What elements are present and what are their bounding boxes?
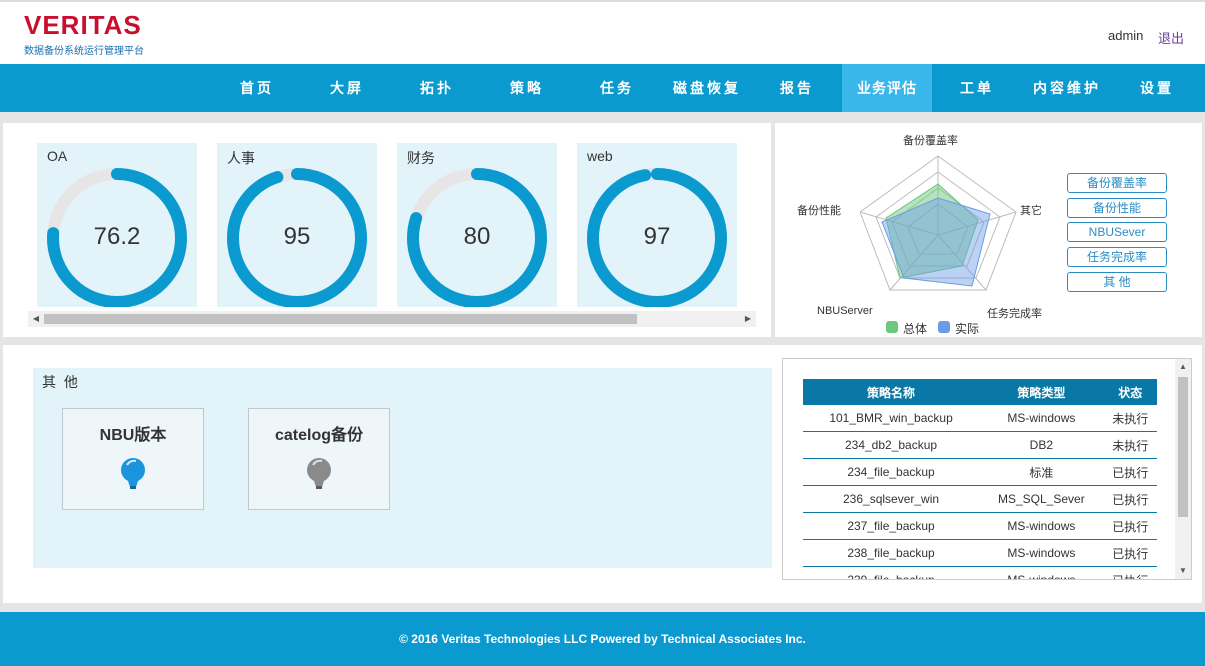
scroll-down-icon[interactable]: ▼ — [1175, 563, 1191, 579]
radar-button-other[interactable]: 其 他 — [1067, 272, 1167, 292]
table-row[interactable]: 239_file_backupMS-windows已执行 — [803, 566, 1157, 579]
gauge-value: 95 — [283, 223, 311, 250]
radar-axis-label: 其它 — [1020, 205, 1042, 217]
legend-swatch-actual[interactable] — [938, 321, 950, 333]
gauge-card-hr: 人事 95 — [217, 143, 377, 307]
column-header-status[interactable]: 状态 — [1103, 379, 1157, 405]
gauge-card-finance: 财务 80 — [397, 143, 557, 307]
radar-button-backup-coverage[interactable]: 备份覆盖率 — [1067, 173, 1167, 193]
logout-link[interactable]: 退出 — [1158, 28, 1184, 47]
table-row[interactable]: 234_db2_backup DB2 未执行 — [803, 431, 1157, 459]
other-section: 其 他 NBU版本 catelog备份 — [33, 368, 772, 568]
policy-type-cell: 标准 — [979, 458, 1104, 486]
header: VERITAS 数据备份系统运行管理平台 admin 退出 — [0, 0, 1205, 64]
radar-axis-label: 任务完成率 — [987, 308, 1042, 320]
table-row[interactable]: 236_sqlsever_win MS_SQL_Sever 已执行 — [803, 485, 1157, 513]
lightbulb-blue-icon — [121, 458, 145, 489]
gauge-card-web: web 97 — [577, 143, 737, 307]
table-row[interactable]: 238_file_backup MS-windows 已执行 — [803, 539, 1157, 567]
scroll-up-icon[interactable]: ▲ — [1175, 359, 1191, 375]
scroll-left-icon[interactable]: ◀ — [28, 311, 44, 327]
nav-item-bigscreen[interactable]: 大屏 — [302, 64, 392, 112]
other-section-title: 其 他 — [42, 374, 80, 390]
policy-type-cell: MS-windows — [979, 539, 1104, 567]
card-title: NBU版本 — [99, 427, 167, 444]
policy-table: 策略名称 策略类型 状态 101_BMR_win_backup MS-window… — [803, 379, 1157, 579]
status-cell: 未执行 — [1103, 405, 1157, 432]
column-header-policy-type[interactable]: 策略类型 — [979, 379, 1104, 405]
table-row[interactable]: 237_file_backup MS-windows 已执行 — [803, 512, 1157, 540]
gauge-value: 80 — [463, 223, 491, 250]
card-title: catelog备份 — [274, 427, 364, 444]
legend-label-overall[interactable]: 总体 — [903, 320, 927, 337]
status-cell: 已执行 — [1103, 566, 1157, 579]
legend-label-actual[interactable]: 实际 — [955, 320, 979, 337]
catelog-backup-card[interactable]: catelog备份 — [248, 408, 390, 510]
nav-item-reports[interactable]: 报告 — [752, 64, 842, 112]
status-cell: 未执行 — [1103, 431, 1157, 459]
radar-chart — [860, 155, 1017, 291]
logo-subtitle: 数据备份系统运行管理平台 — [24, 46, 144, 57]
policy-type-cell: MS_SQL_Sever — [979, 485, 1104, 513]
nav-item-settings[interactable]: 设置 — [1112, 64, 1202, 112]
lightbulb-gray-icon — [307, 458, 331, 489]
policy-name-cell: 234_file_backup — [803, 458, 980, 486]
nav-item-content-maintenance[interactable]: 内容维护 — [1022, 64, 1112, 112]
gauge-value: 97 — [643, 223, 671, 250]
radar-button-nbuserver[interactable]: NBUSever — [1067, 222, 1167, 242]
status-cell: 已执行 — [1103, 485, 1157, 513]
column-header-policy-name[interactable]: 策略名称 — [803, 379, 980, 405]
gauge-label: OA — [47, 148, 68, 164]
status-cell: 已执行 — [1103, 539, 1157, 567]
policy-name-cell: 238_file_backup — [803, 539, 980, 567]
table-header-row: 策略名称 策略类型 状态 — [803, 379, 1157, 405]
nav-item-home[interactable]: 首页 — [212, 64, 302, 112]
policy-name-cell: 234_db2_backup — [803, 431, 980, 459]
policy-name-cell: 236_sqlsever_win — [803, 485, 980, 513]
radar-button-backup-performance[interactable]: 备份性能 — [1067, 198, 1167, 218]
nbu-version-card[interactable]: NBU版本 — [62, 408, 204, 510]
radar-axis-label: NBUServer — [817, 305, 873, 317]
nav-item-business-assessment[interactable]: 业务评估 — [842, 64, 932, 112]
nav-item-policy[interactable]: 策略 — [482, 64, 572, 112]
nav-item-disk-restore[interactable]: 磁盘恢复 — [662, 64, 752, 112]
current-user: admin — [1108, 28, 1144, 43]
policy-name-cell: 237_file_backup — [803, 512, 980, 540]
horizontal-scrollbar[interactable]: ◀ ▶ — [28, 311, 756, 327]
gauge-card-oa: OA 76.2 — [37, 143, 197, 307]
gauge-value: 76.2 — [93, 223, 141, 250]
radar-axis-label: 备份覆盖率 — [903, 135, 958, 147]
status-cell: 已执行 — [1103, 458, 1157, 486]
nav-item-topology[interactable]: 拓扑 — [392, 64, 482, 112]
status-cell: 已执行 — [1103, 512, 1157, 540]
nav-item-work-orders[interactable]: 工单 — [932, 64, 1022, 112]
radar-button-task-completion[interactable]: 任务完成率 — [1067, 247, 1167, 267]
scroll-right-icon[interactable]: ▶ — [740, 311, 756, 327]
veritas-logo: VERITAS — [24, 10, 142, 40]
nav-item-tasks[interactable]: 任务 — [572, 64, 662, 112]
policy-table-panel: 策略名称 策略类型 状态 101_BMR_win_backup MS-window… — [782, 358, 1192, 580]
scroll-thumb[interactable] — [44, 314, 637, 324]
scroll-thumb[interactable] — [1178, 377, 1188, 517]
vertical-scrollbar[interactable]: ▲ ▼ — [1175, 359, 1191, 579]
policy-type-cell: MS-windows — [979, 512, 1104, 540]
legend-swatch-overall[interactable] — [886, 321, 898, 333]
table-row[interactable]: 234_file_backup 标准 已执行 — [803, 458, 1157, 486]
footer: © 2016 Veritas Technologies LLC Powered … — [0, 612, 1205, 666]
main-nav: 首页 大屏 拓扑 策略 任务 磁盘恢复 报告 业务评估 工单 内容维护 设置 — [0, 64, 1205, 112]
table-row[interactable]: 101_BMR_win_backup MS-windows 未执行 — [803, 405, 1157, 432]
policy-type-cell: DB2 — [979, 431, 1104, 459]
policy-name-cell: 239_file_backup — [803, 566, 980, 579]
radar-axis-label: 备份性能 — [797, 205, 841, 217]
policy-type-cell: MS-windows — [979, 566, 1104, 579]
policy-type-cell: MS-windows — [979, 405, 1104, 432]
gauge-label: web — [587, 148, 613, 164]
policy-name-cell: 101_BMR_win_backup — [803, 405, 980, 432]
